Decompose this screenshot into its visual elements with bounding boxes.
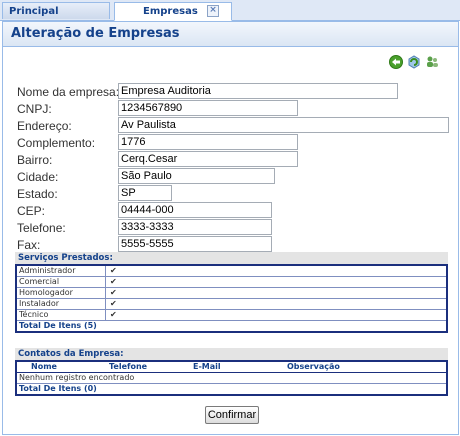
bairro-label: Bairro: [17, 153, 53, 167]
contatos-section: Contatos da Empresa: Nome Telefone E-Mai… [15, 348, 448, 396]
estado-field[interactable]: SP [118, 185, 172, 201]
estado-label: Estado: [17, 187, 58, 201]
empty-row: Nenhum registro encontrado [17, 373, 446, 384]
cnpj-label: CNPJ: [17, 102, 52, 116]
tab-bar: Principal Empresas × [0, 0, 460, 21]
servicos-table: Administrador ✔ Comercial ✔ Homologador … [15, 264, 448, 333]
nome-label: Nome da empresa: [17, 85, 120, 99]
servicos-title: Serviços Prestados: [15, 252, 448, 264]
cep-field[interactable]: 04444-000 [118, 202, 272, 218]
contatos-total: Total De Itens (0) [19, 384, 97, 393]
table-row[interactable]: Técnico ✔ [17, 310, 446, 321]
cidade-field[interactable]: São Paulo [118, 168, 275, 184]
checkbox[interactable]: ✔ [110, 266, 117, 276]
complemento-label: Complemento: [17, 136, 96, 150]
servico-name: Homologador [19, 288, 106, 298]
col-observacao[interactable]: Observação [287, 362, 340, 372]
tab-empresas[interactable]: Empresas × [114, 2, 232, 21]
page-title: Alteração de Empresas [11, 26, 180, 41]
tab-principal[interactable]: Principal [2, 2, 110, 19]
contatos-header: Nome Telefone E-Mail Observação [17, 362, 446, 373]
servico-name: Administrador [19, 266, 106, 276]
checkbox[interactable]: ✔ [110, 299, 117, 309]
col-telefone[interactable]: Telefone [109, 362, 147, 372]
servico-name: Instalador [19, 299, 106, 309]
telefone-field[interactable]: 3333-3333 [118, 219, 272, 235]
col-email[interactable]: E-Mail [193, 362, 221, 372]
refresh-icon[interactable] [407, 55, 421, 69]
contatos-title: Contatos da Empresa: [15, 348, 448, 360]
table-row[interactable]: Instalador ✔ [17, 299, 446, 310]
servicos-total: Total De Itens (5) [19, 321, 97, 330]
main-panel: Alteração de Empresas Nome da empresa: E… [2, 21, 459, 435]
checkbox[interactable]: ✔ [110, 277, 117, 287]
fax-label: Fax: [17, 238, 41, 252]
col-nome[interactable]: Nome [31, 362, 57, 372]
back-arrow-icon[interactable] [389, 55, 403, 69]
table-row[interactable]: Comercial ✔ [17, 277, 446, 288]
complemento-field[interactable]: 1776 [118, 134, 298, 150]
endereco-field[interactable]: Av Paulista [118, 117, 449, 133]
contatos-table: Nome Telefone E-Mail Observação Nenhum r… [15, 360, 448, 396]
bairro-field[interactable]: Cerq.Cesar [118, 151, 298, 167]
fax-field[interactable]: 5555-5555 [118, 236, 272, 252]
nome-field[interactable]: Empresa Auditoria [118, 83, 398, 99]
servicos-section: Serviços Prestados: Administrador ✔ Come… [15, 252, 448, 333]
users-icon[interactable] [425, 55, 439, 69]
table-row[interactable]: Administrador ✔ [17, 266, 446, 277]
panel-header: Alteração de Empresas [3, 22, 458, 47]
cnpj-field[interactable]: 1234567890 [118, 100, 298, 116]
servico-name: Técnico [19, 310, 106, 320]
endereco-label: Endereço: [17, 119, 72, 133]
cep-label: CEP: [17, 204, 46, 218]
checkbox[interactable]: ✔ [110, 288, 117, 298]
confirm-button[interactable]: Confirmar [205, 406, 259, 424]
telefone-label: Telefone: [17, 221, 66, 235]
cidade-label: Cidade: [17, 170, 59, 184]
checkbox[interactable]: ✔ [110, 310, 117, 320]
tab-empresas-label: Empresas [143, 6, 198, 17]
servico-name: Comercial [19, 277, 106, 287]
table-row[interactable]: Homologador ✔ [17, 288, 446, 299]
close-icon[interactable]: × [207, 5, 219, 17]
